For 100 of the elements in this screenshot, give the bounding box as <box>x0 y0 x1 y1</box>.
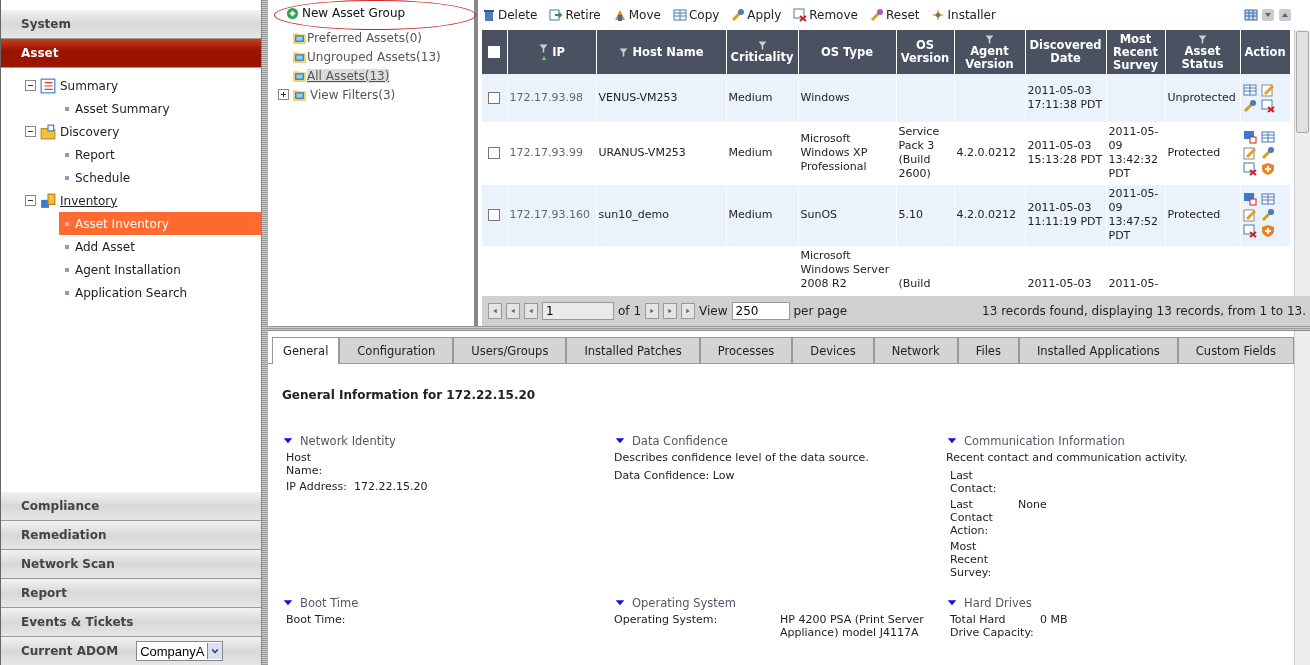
select-all-checkbox[interactable] <box>488 46 501 58</box>
row-checkbox[interactable] <box>488 209 501 221</box>
column-header[interactable]: Action <box>1240 30 1290 74</box>
collapse-icon[interactable] <box>25 195 36 206</box>
toolbar-button[interactable]: Remove <box>793 8 858 22</box>
column-header[interactable]: Discovered Date <box>1025 30 1106 74</box>
row-checkbox[interactable] <box>488 147 501 159</box>
group-item[interactable]: Ungrouped Assets(13) <box>307 49 441 64</box>
table-cell: 5.10 <box>898 208 923 221</box>
column-header[interactable]: Agent Version <box>954 30 1025 74</box>
toolbar-button[interactable]: Reset <box>869 8 920 22</box>
column-header[interactable]: IP <box>507 30 596 74</box>
tab[interactable]: Configuration <box>339 337 454 363</box>
last-page-button[interactable] <box>681 303 695 319</box>
toolbar-button[interactable]: Copy <box>672 8 720 22</box>
nav-section[interactable]: Remediation <box>1 521 261 550</box>
column-header[interactable]: Asset Status <box>1165 30 1240 74</box>
first-page-button[interactable] <box>488 303 502 319</box>
nav-section[interactable]: Network Scan <box>1 550 261 579</box>
tab[interactable]: Custom Fields <box>1177 337 1295 363</box>
tab[interactable]: Installed Applications <box>1018 337 1178 363</box>
scrollbar[interactable] <box>1294 331 1310 665</box>
plus-circle-icon <box>286 6 299 20</box>
triangle-down-icon <box>282 598 294 608</box>
new-group-button[interactable]: New Asset Group <box>282 4 410 22</box>
group-title: Boot Time <box>300 596 359 610</box>
toolbar-button[interactable]: Installer <box>931 8 996 22</box>
tree-item[interactable]: Application Search <box>59 281 261 304</box>
adom-select[interactable]: CompanyA <box>136 641 224 661</box>
shield-icon <box>1260 162 1275 176</box>
field-label: Total Hard Drive Capacity: <box>950 613 1034 639</box>
table-cell: 4.2.0.0212 <box>956 208 1016 221</box>
tab[interactable]: Processes <box>699 337 793 363</box>
wrench-icon <box>1260 208 1275 222</box>
tree-item[interactable]: Add Asset <box>59 235 261 258</box>
back-page-button[interactable] <box>506 303 520 319</box>
table-remove-icon <box>793 8 808 22</box>
page-size-field[interactable]: 250 <box>731 302 790 320</box>
column-header[interactable]: OS Version <box>896 30 954 74</box>
tab[interactable]: Users/Groups <box>453 337 567 363</box>
column-header[interactable]: Host Name <box>596 30 726 74</box>
table-cell: 172.17.93.99 <box>509 146 583 159</box>
wrench-icon <box>1242 98 1257 113</box>
tree-item[interactable]: Discovery <box>60 124 120 139</box>
field-label: Last Contact: <box>950 469 998 495</box>
tree-item[interactable]: Asset Summary <box>59 97 261 120</box>
folder-monitor-icon <box>292 68 307 83</box>
nav-section[interactable]: System <box>1 10 261 39</box>
group-item[interactable]: View Filters(3) <box>310 87 396 102</box>
nav-section[interactable]: Asset <box>1 39 261 68</box>
tree-link[interactable]: Inventory <box>60 193 118 208</box>
tree-item[interactable]: Summary <box>60 78 118 93</box>
column-header[interactable]: Criticality <box>726 30 798 74</box>
view-label: View <box>699 304 728 318</box>
scrollbar[interactable] <box>1294 30 1310 296</box>
tab[interactable]: General <box>272 337 340 364</box>
column-header[interactable]: Most Recent Survey <box>1106 30 1165 74</box>
tree-item[interactable]: Agent Installation <box>59 258 261 281</box>
field-value: None <box>1018 498 1048 513</box>
table-cell: 2011-05-03 15:13:28 PDT <box>1027 139 1103 166</box>
table-cell: 2011-05-03 17:11:38 PDT <box>1027 83 1103 111</box>
toolbar-button[interactable]: Apply <box>731 8 782 22</box>
collapse-icon[interactable] <box>25 126 36 137</box>
tab[interactable]: Installed Patches <box>566 337 700 363</box>
description-text: Recent contact and communication activity. <box>946 451 1189 464</box>
tab[interactable]: Network <box>873 337 958 363</box>
page-field[interactable]: 1 <box>542 302 614 320</box>
wrench-icon <box>731 8 746 22</box>
column-header[interactable]: OS Type <box>798 30 896 74</box>
group-title: Network Identity <box>300 434 396 448</box>
tree-item[interactable]: Report <box>59 143 261 166</box>
arrow-up-icon <box>1278 8 1292 22</box>
next-page-button[interactable] <box>645 303 659 319</box>
collapse-icon[interactable] <box>25 80 36 91</box>
table-remove-icon <box>1260 98 1275 113</box>
group-item[interactable]: All Assets(13) <box>307 68 390 83</box>
group-item[interactable]: Preferred Assets(0) <box>307 30 422 45</box>
row-checkbox[interactable] <box>488 91 501 104</box>
tree-item[interactable]: Schedule <box>59 166 261 189</box>
expand-icon[interactable] <box>278 89 289 100</box>
nav-section[interactable]: Report <box>1 579 261 608</box>
prev-page-button[interactable] <box>524 303 538 319</box>
table-cell: SunOS <box>800 208 838 221</box>
toolbar-button[interactable]: Delete <box>482 8 538 22</box>
table-cell: Unprotected <box>1167 90 1236 104</box>
folder-monitor-icon <box>292 49 307 64</box>
toolbar-button[interactable]: Retire <box>549 8 601 22</box>
table-cell: 4.2.0.0212 <box>956 146 1016 159</box>
nav-section[interactable]: Events & Tickets <box>1 608 261 637</box>
triangle-down-icon <box>614 598 626 608</box>
field-label: IP Address: <box>286 480 348 493</box>
forward-page-button[interactable] <box>663 303 677 319</box>
nav-section[interactable]: Compliance <box>1 492 261 521</box>
per-page-label: per page <box>793 304 848 318</box>
tab[interactable]: Files <box>957 337 1019 363</box>
triangle-left-icon <box>491 307 499 315</box>
folder-icon <box>40 123 56 140</box>
toolbar-button[interactable]: Move <box>612 8 661 22</box>
triangle-down-icon <box>946 598 958 608</box>
tab[interactable]: Devices <box>792 337 874 363</box>
